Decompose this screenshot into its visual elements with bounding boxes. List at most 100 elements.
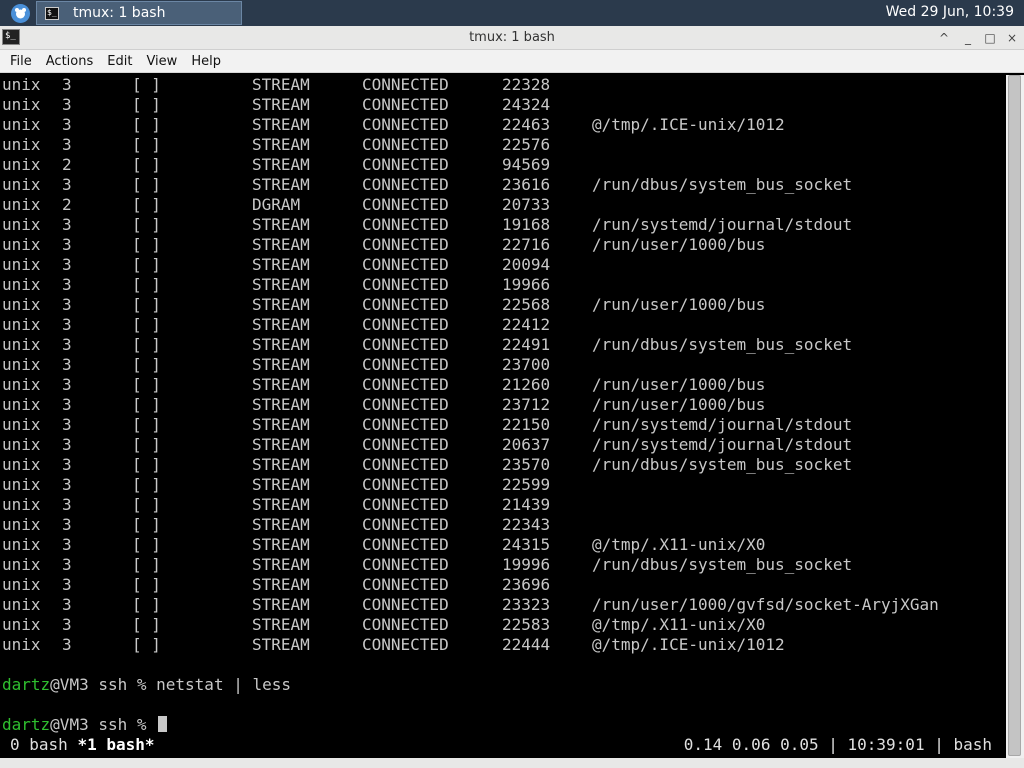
row-path: /run/dbus/system_bus_socket	[592, 175, 853, 194]
minimize-button[interactable]: _	[959, 29, 977, 47]
row-inode: 23700	[502, 355, 551, 374]
row-inode: 22583	[502, 615, 551, 634]
xfce-mouse-icon	[15, 8, 26, 19]
row-state: CONNECTED	[362, 615, 449, 634]
menu-view[interactable]: View	[139, 54, 184, 69]
row-proto: unix	[2, 635, 41, 654]
row-type: STREAM	[252, 175, 310, 194]
row-type: STREAM	[252, 375, 310, 394]
row-refcnt: 3	[62, 435, 72, 454]
row-refcnt: 3	[62, 255, 72, 274]
row-proto: unix	[2, 355, 41, 374]
row-proto: unix	[2, 515, 41, 534]
row-flags: [ ]	[132, 135, 161, 154]
row-state: CONNECTED	[362, 335, 449, 354]
row-type: STREAM	[252, 555, 310, 574]
row-proto: unix	[2, 295, 41, 314]
row-state: CONNECTED	[362, 135, 449, 154]
row-type: STREAM	[252, 335, 310, 354]
row-flags: [ ]	[132, 395, 161, 414]
row-state: CONNECTED	[362, 415, 449, 434]
tmux-window-inactive[interactable]: 0 bash	[10, 735, 68, 754]
close-button[interactable]: ×	[1003, 29, 1021, 47]
menu-edit[interactable]: Edit	[100, 54, 139, 69]
prompt-line: dartz@VM3 ssh % netstat | less	[2, 675, 291, 695]
clock[interactable]: Wed 29 Jun, 10:39	[886, 4, 1014, 20]
row-inode: 22491	[502, 335, 551, 354]
row-flags: [ ]	[132, 515, 161, 534]
row-type: STREAM	[252, 575, 310, 594]
row-proto: unix	[2, 115, 41, 134]
row-type: STREAM	[252, 455, 310, 474]
row-path: @/tmp/.ICE-unix/1012	[592, 635, 785, 654]
row-flags: [ ]	[132, 195, 161, 214]
row-state: CONNECTED	[362, 295, 449, 314]
row-state: CONNECTED	[362, 555, 449, 574]
row-path: @/tmp/.ICE-unix/1012	[592, 115, 785, 134]
row-proto: unix	[2, 255, 41, 274]
row-flags: [ ]	[132, 155, 161, 174]
row-refcnt: 3	[62, 75, 72, 94]
prompt-command: netstat | less	[156, 675, 291, 694]
terminal-output[interactable]: dartz@VM3 ssh % netstat | less dartz@VM3…	[0, 75, 1006, 758]
shade-button[interactable]: ^	[935, 29, 953, 47]
maximize-button[interactable]: □	[981, 29, 999, 47]
window-bottom-border	[0, 758, 1024, 768]
row-type: STREAM	[252, 255, 310, 274]
row-flags: [ ]	[132, 255, 161, 274]
row-proto: unix	[2, 495, 41, 514]
row-flags: [ ]	[132, 275, 161, 294]
row-flags: [ ]	[132, 215, 161, 234]
window-titlebar[interactable]: $_ tmux: 1 bash ^ _ □ ×	[0, 26, 1024, 50]
row-proto: unix	[2, 135, 41, 154]
row-inode: 20094	[502, 255, 551, 274]
row-state: CONNECTED	[362, 435, 449, 454]
row-proto: unix	[2, 555, 41, 574]
row-flags: [ ]	[132, 615, 161, 634]
menubar: File Actions Edit View Help	[0, 50, 1024, 73]
row-inode: 20733	[502, 195, 551, 214]
row-proto: unix	[2, 175, 41, 194]
tmux-window-active[interactable]: *1 bash*	[77, 735, 154, 754]
row-refcnt: 2	[62, 155, 72, 174]
taskbar-item-tmux[interactable]: $_ tmux: 1 bash	[36, 1, 242, 25]
row-type: STREAM	[252, 535, 310, 554]
row-proto: unix	[2, 95, 41, 114]
applications-menu-button[interactable]	[11, 4, 30, 23]
row-state: CONNECTED	[362, 235, 449, 254]
row-flags: [ ]	[132, 315, 161, 334]
scrollbar[interactable]	[1006, 75, 1024, 758]
menu-help[interactable]: Help	[184, 54, 228, 69]
menu-file[interactable]: File	[0, 54, 39, 69]
row-state: CONNECTED	[362, 115, 449, 134]
row-refcnt: 2	[62, 195, 72, 214]
row-proto: unix	[2, 615, 41, 634]
row-type: STREAM	[252, 355, 310, 374]
row-state: CONNECTED	[362, 355, 449, 374]
row-proto: unix	[2, 415, 41, 434]
row-path: /run/user/1000/bus	[592, 395, 766, 414]
row-inode: 23712	[502, 395, 551, 414]
row-proto: unix	[2, 595, 41, 614]
row-state: CONNECTED	[362, 215, 449, 234]
row-inode: 21260	[502, 375, 551, 394]
prompt-user: dartz	[2, 675, 51, 694]
row-proto: unix	[2, 235, 41, 254]
row-flags: [ ]	[132, 375, 161, 394]
row-type: STREAM	[252, 415, 310, 434]
row-proto: unix	[2, 315, 41, 334]
row-refcnt: 3	[62, 455, 72, 474]
scrollbar-thumb[interactable]	[1008, 75, 1021, 756]
row-path: /run/dbus/system_bus_socket	[592, 555, 853, 574]
menu-actions[interactable]: Actions	[39, 54, 101, 69]
window-title: tmux: 1 bash	[469, 30, 555, 45]
row-state: CONNECTED	[362, 575, 449, 594]
row-refcnt: 3	[62, 635, 72, 654]
prompt-host: @VM3 ssh %	[50, 675, 157, 694]
row-state: CONNECTED	[362, 395, 449, 414]
row-refcnt: 3	[62, 315, 72, 334]
row-proto: unix	[2, 195, 41, 214]
row-state: CONNECTED	[362, 535, 449, 554]
row-inode: 23696	[502, 575, 551, 594]
row-inode: 22444	[502, 635, 551, 654]
